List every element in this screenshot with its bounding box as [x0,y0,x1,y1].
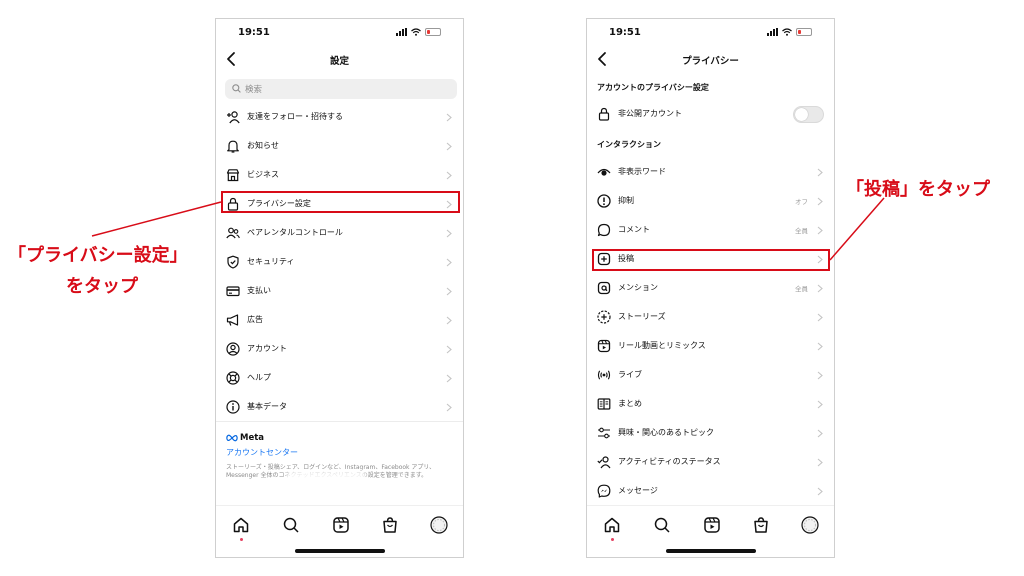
leader-lines [91,197,885,261]
annotation-tap-privacy-settings: 「プライバシー設定」 [8,245,188,266]
leader-line-left [91,201,222,237]
leader-line-right [829,197,885,261]
annotation-tap-posts: 「投稿」をタップ [846,179,990,200]
annotation-tap: をタップ [66,276,138,297]
